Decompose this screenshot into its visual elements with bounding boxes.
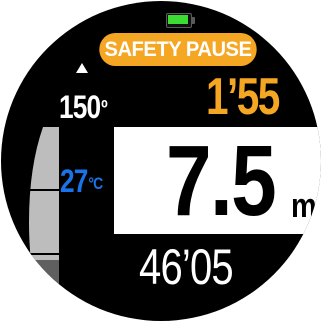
battery-icon xyxy=(166,13,195,28)
heading-unit: º xyxy=(101,95,108,120)
depth-unit: m xyxy=(291,187,317,225)
ascent-rate-gauge xyxy=(27,127,59,317)
dive-time: 46’05 xyxy=(139,239,234,295)
ascent-gauge-fill xyxy=(29,260,59,317)
temperature-unit: °C xyxy=(88,174,103,193)
safety-pause-badge: SAFETY PAUSE xyxy=(99,33,257,66)
depth-value: 7.5 xyxy=(166,125,277,237)
triangle-up-icon xyxy=(76,63,88,73)
watch-face: SAFETY PAUSE 150º 1’55 27°C 7.5 m 46’05 xyxy=(1,1,321,321)
heading-value: 150 xyxy=(59,89,101,125)
temperature-value: 27 xyxy=(60,163,88,199)
safety-stop-timer: 1’55 xyxy=(206,68,280,126)
water-temperature: 27°C xyxy=(60,161,103,201)
heading-readout: 150º xyxy=(59,87,108,127)
battery-level-fill xyxy=(168,15,188,24)
battery-tip xyxy=(192,17,195,24)
